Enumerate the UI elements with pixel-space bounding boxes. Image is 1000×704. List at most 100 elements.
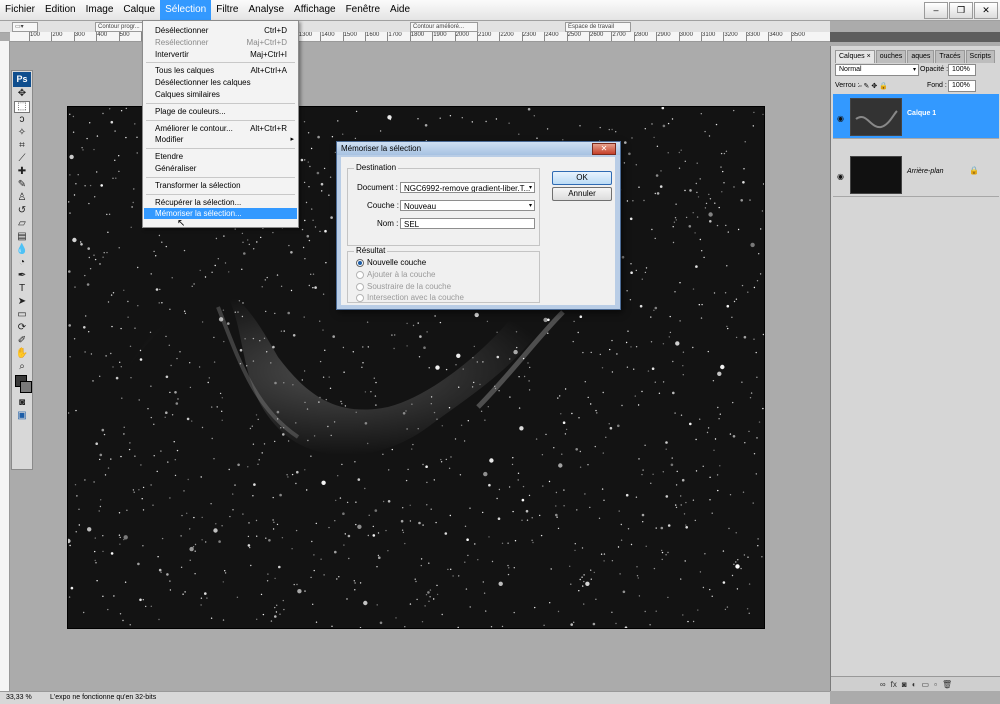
radio-intersection-couche[interactable]: Intersection avec la couche bbox=[356, 293, 464, 302]
tool-preset-picker[interactable]: ▭▾ bbox=[12, 22, 38, 32]
screen-mode-icon[interactable]: ▣ bbox=[14, 410, 30, 422]
history-brush-icon[interactable]: ↺ bbox=[14, 205, 30, 217]
star-dot bbox=[496, 355, 500, 359]
radio-soustraire-couche[interactable]: Soustraire de la couche bbox=[356, 282, 451, 291]
tab-traces[interactable]: Tracés bbox=[935, 50, 965, 63]
link-layers-icon[interactable]: ∞ bbox=[880, 680, 886, 689]
menu-affichage[interactable]: Affichage bbox=[289, 0, 341, 20]
star-dot bbox=[420, 558, 423, 560]
menu-image[interactable]: Image bbox=[81, 0, 119, 20]
star-dot bbox=[158, 302, 160, 304]
star-dot bbox=[252, 360, 255, 362]
3d-tool-icon[interactable]: ⟳ bbox=[14, 322, 30, 334]
path-select-icon[interactable]: ➤ bbox=[14, 296, 30, 308]
menu-item-4[interactable]: Désélectionner les calques bbox=[144, 77, 297, 88]
close-tab-icon[interactable]: × bbox=[867, 53, 871, 60]
menu-item-6[interactable]: Plage de couleurs... bbox=[144, 106, 297, 117]
nom-input[interactable]: SEL bbox=[400, 218, 535, 229]
menu-item-7[interactable]: Améliorer le contour... Alt+Ctrl+R bbox=[144, 123, 297, 134]
dialog-titlebar[interactable]: Mémoriser la sélection ✕ bbox=[337, 142, 620, 155]
star-dot bbox=[306, 408, 309, 410]
eyedropper-icon[interactable]: ⟋ bbox=[14, 153, 30, 165]
menu-calque[interactable]: Calque bbox=[118, 0, 160, 20]
menu-item-0[interactable]: Désélectionner Ctrl+D bbox=[144, 25, 297, 36]
type-tool-icon[interactable]: T bbox=[14, 283, 30, 295]
star-dot bbox=[667, 152, 669, 154]
star-dot bbox=[169, 497, 171, 499]
radio-ajouter-couche[interactable]: Ajouter à la couche bbox=[356, 270, 436, 279]
blend-mode-select[interactable]: Normal ▾ bbox=[835, 64, 919, 76]
document-select[interactable]: NGC6992-remove gradient-liber.T... ▾ bbox=[400, 182, 535, 193]
tab-calques[interactable]: Calques × bbox=[835, 50, 875, 63]
tab-masques[interactable]: aques bbox=[907, 50, 935, 63]
menu-fenetre[interactable]: Fenêtre bbox=[341, 0, 385, 20]
tab-scripts[interactable]: Scripts bbox=[965, 50, 995, 63]
menu-item-5[interactable]: Calques similaires bbox=[144, 89, 297, 100]
star-dot bbox=[304, 590, 306, 592]
layer-row-arriere-plan[interactable]: ◉ Arrière-plan 🔒 bbox=[833, 152, 999, 197]
layer-mask-icon[interactable]: ◙ bbox=[902, 680, 907, 689]
close-window-icon[interactable]: ✕ bbox=[974, 2, 998, 19]
menu-aide[interactable]: Aide bbox=[385, 0, 415, 20]
star-dot bbox=[713, 292, 716, 294]
menu-item-13[interactable]: Mémoriser la sélection... bbox=[144, 208, 297, 220]
pen-tool-icon[interactable]: ✒ bbox=[14, 270, 30, 282]
menu-selection[interactable]: Sélection bbox=[160, 0, 212, 20]
marquee-tool-icon[interactable]: ⬚ bbox=[14, 101, 30, 113]
quick-mask-icon[interactable]: ◙ bbox=[14, 397, 30, 409]
menu-item-8[interactable]: Modifier ▸ bbox=[144, 134, 297, 145]
tab-couches[interactable]: ouches bbox=[875, 50, 907, 63]
brush-tool-icon[interactable]: ✎ bbox=[14, 179, 30, 191]
dodge-tool-icon[interactable]: ◔ bbox=[14, 257, 30, 269]
notes-tool-icon[interactable]: ✐ bbox=[14, 335, 30, 347]
refine-edge-button[interactable]: Contour amélioré... bbox=[410, 22, 478, 32]
menu-item-2[interactable]: Intervertir Maj+Ctrl+I bbox=[144, 49, 297, 60]
group-icon[interactable]: ▭ bbox=[922, 680, 930, 689]
adjustment-layer-icon[interactable]: ◐ bbox=[912, 680, 917, 689]
minimize-icon[interactable]: – bbox=[924, 2, 948, 19]
lasso-tool-icon[interactable]: ↄ bbox=[14, 114, 30, 126]
lock-icons[interactable]: ▫✎✥🔒 bbox=[859, 82, 890, 90]
blur-tool-icon[interactable]: 💧 bbox=[14, 244, 30, 256]
menu-edition[interactable]: Edition bbox=[40, 0, 81, 20]
zoom-tool-icon[interactable]: ⌕ bbox=[14, 361, 30, 373]
radio-nouvelle-couche[interactable]: Nouvelle couche bbox=[356, 258, 426, 267]
trash-icon[interactable]: 🗑 bbox=[942, 680, 952, 689]
shape-tool-icon[interactable]: ▭ bbox=[14, 309, 30, 321]
menu-fichier[interactable]: Fichier bbox=[0, 0, 40, 20]
layer-row-calque-1[interactable]: ◉ Calque 1 bbox=[833, 94, 999, 139]
healing-brush-icon[interactable]: ✚ bbox=[14, 166, 30, 178]
menu-filtre[interactable]: Filtre bbox=[211, 0, 243, 20]
menu-item-10[interactable]: Généraliser bbox=[144, 163, 297, 174]
star-dot bbox=[747, 556, 749, 558]
eraser-tool-icon[interactable]: ▱ bbox=[14, 218, 30, 230]
gradient-tool-icon[interactable]: ▤ bbox=[14, 231, 30, 243]
stamp-tool-icon[interactable]: ♙ bbox=[14, 192, 30, 204]
new-layer-icon[interactable]: ▫ bbox=[934, 680, 937, 689]
zoom-level[interactable]: 33,33 % bbox=[6, 692, 32, 704]
magic-wand-icon[interactable]: ✧ bbox=[14, 127, 30, 139]
eye-icon[interactable]: ◉ bbox=[837, 172, 844, 181]
feather-field[interactable]: Contour progr... bbox=[95, 22, 146, 32]
layer-style-icon[interactable]: fx bbox=[891, 680, 897, 689]
close-icon[interactable]: ✕ bbox=[592, 143, 616, 155]
menu-item-12[interactable]: Récupérer la sélection... bbox=[144, 197, 297, 208]
cancel-button[interactable]: Annuler bbox=[552, 187, 612, 201]
move-tool-icon[interactable]: ✥ bbox=[14, 88, 30, 100]
menu-item-11[interactable]: Transformer la sélection bbox=[144, 180, 297, 191]
menu-item-9[interactable]: Etendre bbox=[144, 151, 297, 162]
star-dot bbox=[310, 147, 313, 150]
hand-tool-icon[interactable]: ✋ bbox=[14, 348, 30, 360]
fill-field[interactable]: 100% bbox=[948, 80, 976, 92]
eye-icon[interactable]: ◉ bbox=[837, 114, 844, 123]
menu-item-1[interactable]: Resélectionner Maj+Ctrl+D bbox=[144, 37, 297, 48]
maximize-icon[interactable]: ❐ bbox=[949, 2, 973, 19]
couche-select[interactable]: Nouveau ▾ bbox=[400, 200, 535, 211]
color-swatches-icon[interactable] bbox=[14, 374, 32, 396]
menu-item-3[interactable]: Tous les calques Alt+Ctrl+A bbox=[144, 65, 297, 76]
workspace-dropdown[interactable]: Espace de travail bbox=[565, 22, 631, 32]
opacity-field[interactable]: 100% bbox=[948, 64, 976, 76]
crop-tool-icon[interactable]: ⌗ bbox=[14, 140, 30, 152]
menu-analyse[interactable]: Analyse bbox=[243, 0, 289, 20]
ok-button[interactable]: OK bbox=[552, 171, 612, 185]
